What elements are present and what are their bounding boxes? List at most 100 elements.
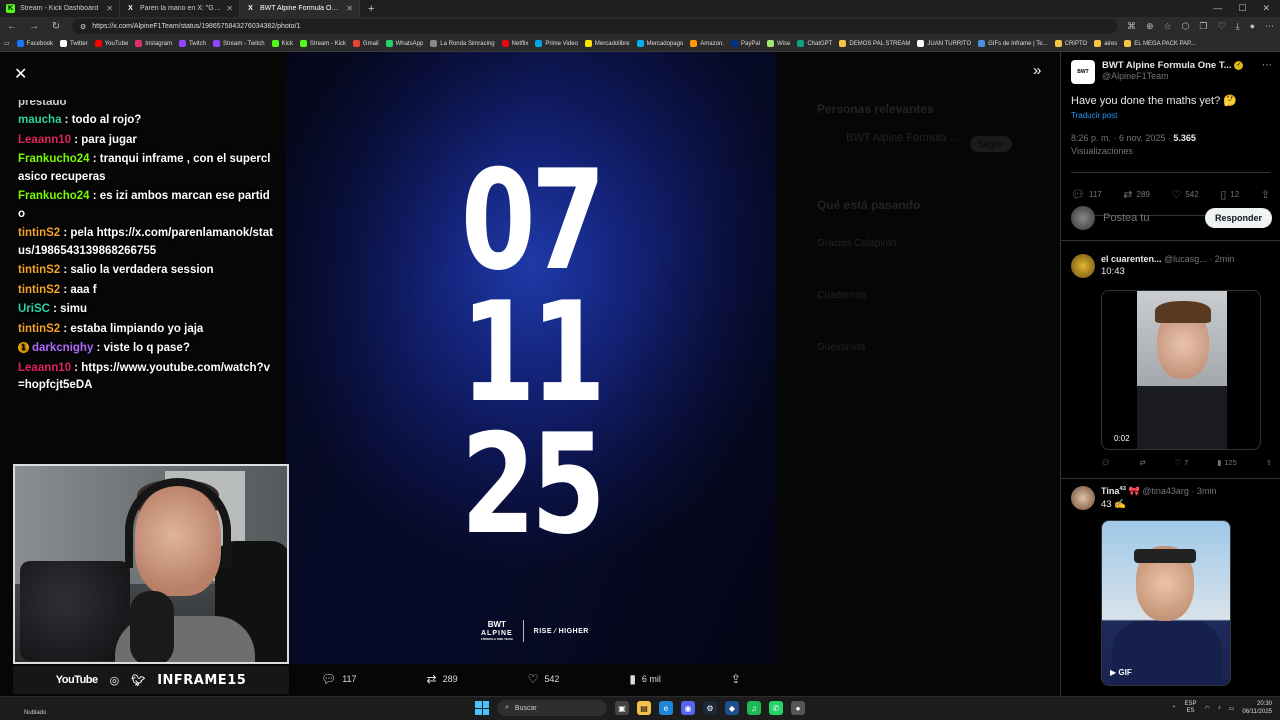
- bookmark-item[interactable]: WhatsApp: [385, 40, 423, 47]
- bookmark-item[interactable]: Mercadolibre: [584, 40, 630, 47]
- reply-item[interactable]: Tina43 🎀 @tina43arg · 3min 43 ✍️ ▶ GIF: [1071, 486, 1272, 686]
- bookmark-item[interactable]: EL MEGA PACK PAP...: [1124, 40, 1195, 47]
- task-view-icon[interactable]: ▣: [615, 701, 629, 715]
- bookmark-item[interactable]: Instagram: [135, 40, 172, 47]
- reply-avatar[interactable]: [1071, 486, 1095, 510]
- minimize-icon[interactable]: —: [1213, 3, 1222, 14]
- taskbar-search[interactable]: ⌕ Buscar: [497, 700, 607, 716]
- bookmark-count[interactable]: ▯ 12: [1220, 188, 1239, 201]
- language-indicator[interactable]: ESP ES: [1184, 701, 1196, 715]
- bookmark-item[interactable]: La Ronda Simracing: [430, 40, 495, 47]
- retweet-count[interactable]: ⇄ 289: [1123, 188, 1150, 201]
- wifi-icon[interactable]: ◠: [1204, 705, 1209, 712]
- download-icon[interactable]: ⤓: [1236, 21, 1240, 32]
- close-tab-icon[interactable]: ✕: [106, 4, 113, 13]
- close-window-icon[interactable]: ✕: [1262, 3, 1270, 14]
- maximize-icon[interactable]: ☐: [1238, 3, 1246, 14]
- file-explorer-icon[interactable]: ▤: [637, 701, 651, 715]
- author-avatar[interactable]: BWT: [1071, 60, 1095, 84]
- expand-panel-icon[interactable]: »: [1033, 62, 1041, 79]
- favorites-icon[interactable]: ♡: [1218, 21, 1226, 32]
- new-tab-button[interactable]: +: [360, 3, 382, 15]
- tweet-photo[interactable]: 07 11 25 BWT ALPINE FORMULA ONE TEAM RIS…: [286, 52, 776, 664]
- share-button[interactable]: ⇪: [1261, 188, 1270, 201]
- translate-icon[interactable]: ⌘: [1127, 21, 1136, 32]
- bookmark-item[interactable]: JUAN TURRITO: [917, 40, 971, 47]
- bookmark-item[interactable]: Twitch: [178, 40, 206, 47]
- app-icon[interactable]: ●: [791, 701, 805, 715]
- forward-icon[interactable]: →: [28, 21, 40, 32]
- bookmark-item[interactable]: Netflix: [501, 40, 528, 47]
- reply-count[interactable]: 💬︎ 117: [1071, 188, 1102, 201]
- tray-chevron-icon[interactable]: ⌃: [1171, 705, 1176, 712]
- tab-alpine-post[interactable]: X BWT Alpine Formula One Team en ✕: [240, 0, 360, 17]
- menu-icon[interactable]: ⋯: [1265, 21, 1274, 32]
- app-icon[interactable]: ◆: [725, 701, 739, 715]
- reply-avatar[interactable]: [1071, 254, 1095, 278]
- tab-kick-dashboard[interactable]: K Stream - Kick Dashboard ✕: [0, 0, 120, 17]
- views-button[interactable]: ▮ 125: [1217, 458, 1237, 467]
- volume-icon[interactable]: ♪: [1218, 705, 1221, 711]
- translate-link[interactable]: Traducir post: [1071, 111, 1117, 120]
- url-field[interactable]: ⚙ https://x.com/AlpineF1Team/status/1986…: [72, 19, 1117, 34]
- bookmark-icon: [178, 40, 186, 47]
- reply-gif[interactable]: ▶ GIF: [1101, 520, 1231, 686]
- close-tab-icon[interactable]: ✕: [346, 4, 353, 13]
- bookmark-item[interactable]: Gmail: [352, 40, 379, 47]
- battery-icon[interactable]: ▭: [1229, 705, 1235, 712]
- share-icon[interactable]: ⇪: [1266, 458, 1272, 467]
- comment-icon[interactable]: 💬︎: [1101, 458, 1111, 467]
- like-button[interactable]: ♡ 542: [528, 672, 560, 686]
- reload-icon[interactable]: ↻: [50, 21, 62, 32]
- discord-icon[interactable]: ◉: [681, 701, 695, 715]
- zoom-icon[interactable]: ⊕: [1146, 21, 1154, 32]
- tweet-text: Have you done the maths yet? 🤔: [1071, 95, 1237, 107]
- collections-icon[interactable]: ❐: [1199, 21, 1207, 32]
- more-icon[interactable]: ⋯: [1262, 60, 1272, 86]
- tweet-author[interactable]: BWT BWT Alpine Formula One T... ✓ @Alpine…: [1071, 60, 1272, 86]
- site-info-icon[interactable]: ⚙: [80, 23, 86, 31]
- profile-avatar[interactable]: ●: [1250, 21, 1255, 32]
- bookmark-item[interactable]: GIFs de Inframe | Te...: [978, 40, 1048, 47]
- bookmark-item[interactable]: Amazon.: [690, 40, 724, 47]
- reply-button[interactable]: 💬︎ 117: [321, 672, 357, 686]
- spotify-icon[interactable]: ♫: [747, 701, 761, 715]
- reply-submit-button[interactable]: Responder: [1204, 208, 1272, 228]
- extensions-icon[interactable]: ⬡: [1182, 21, 1190, 32]
- retweet-icon[interactable]: ⇄: [1139, 458, 1145, 467]
- edge-icon[interactable]: e: [659, 701, 673, 715]
- steam-icon[interactable]: ⚙: [703, 701, 717, 715]
- reply-video[interactable]: 0:02: [1101, 290, 1261, 450]
- reply-item[interactable]: el cuarenten... @lucasg... · 2min 10:43 …: [1071, 254, 1272, 467]
- bookmark-item[interactable]: Mercadopago: [636, 40, 683, 47]
- bookmark-item[interactable]: Wise: [767, 40, 790, 47]
- bookmark-item[interactable]: ChatGPT: [797, 40, 832, 47]
- clock[interactable]: 20:30 06/11/2025: [1242, 700, 1272, 716]
- retweet-button[interactable]: ⇄ 289: [427, 672, 458, 686]
- close-icon[interactable]: ✕: [14, 64, 27, 84]
- star-icon[interactable]: ☆: [1163, 21, 1171, 32]
- like-count[interactable]: ♡ 542: [1171, 188, 1198, 201]
- bookmark-item[interactable]: aires: [1094, 40, 1117, 47]
- bookmark-item[interactable]: Stream - Kick: [299, 40, 346, 47]
- bookmark-item[interactable]: CRIPTO: [1054, 40, 1087, 47]
- bookmark-item[interactable]: Facebook: [16, 40, 53, 47]
- bookmark-item[interactable]: Twitter: [60, 40, 88, 47]
- bookmark-item[interactable]: PayPal: [730, 40, 760, 47]
- bookmark-item[interactable]: Stream - Twitch: [212, 40, 265, 47]
- tab-x-post[interactable]: X Paren la mano en X: "GERCHO SE ✕: [120, 0, 240, 17]
- windows-start-icon[interactable]: [475, 701, 489, 715]
- share-button[interactable]: ⇪: [731, 672, 741, 686]
- bookmarks-folder-icon[interactable]: ▭: [4, 40, 10, 47]
- bookmark-item[interactable]: Prime Video: [535, 40, 578, 47]
- weather-widget[interactable]: Nublado: [24, 710, 46, 716]
- like-button[interactable]: ♡ 7: [1174, 458, 1188, 467]
- bookmark-item[interactable]: DEMOS PAL STREAM: [839, 40, 910, 47]
- back-icon[interactable]: ←: [6, 21, 18, 32]
- views-button[interactable]: ▮ 6 mil: [629, 672, 661, 686]
- reply-input[interactable]: Postea tu: [1103, 212, 1197, 224]
- close-tab-icon[interactable]: ✕: [226, 4, 233, 13]
- whatsapp-icon[interactable]: ✆: [769, 701, 783, 715]
- bookmark-item[interactable]: Kick: [271, 40, 293, 47]
- bookmark-item[interactable]: YouTube: [94, 40, 128, 47]
